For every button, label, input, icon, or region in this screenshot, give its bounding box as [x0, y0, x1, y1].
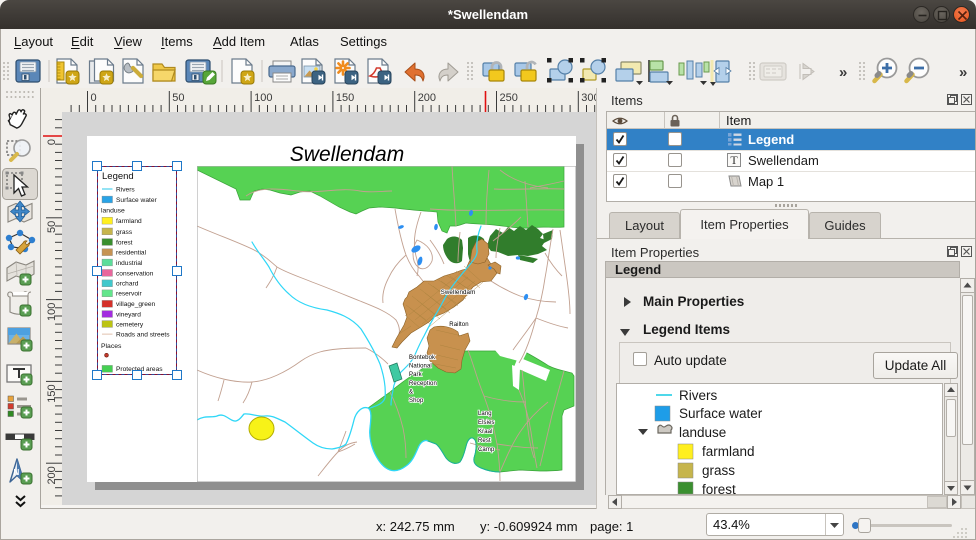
svg-text:0: 0 — [91, 92, 97, 104]
svg-text:Railton: Railton — [449, 322, 468, 328]
svg-text:Shop: Shop — [409, 398, 424, 404]
svg-text:100: 100 — [46, 303, 58, 321]
svg-text:250: 250 — [500, 92, 518, 104]
svg-text:50: 50 — [46, 221, 58, 233]
svg-text:Lang: Lang — [478, 411, 492, 417]
svg-text:Kraal: Kraal — [478, 429, 493, 435]
svg-text:300: 300 — [581, 92, 597, 104]
svg-text:&: & — [409, 389, 413, 395]
svg-text:Rest: Rest — [478, 438, 491, 444]
svg-text:Elsies: Elsies — [478, 420, 495, 426]
svg-text:landuse: landuse — [679, 425, 726, 440]
svg-text:Park: Park — [409, 372, 423, 378]
svg-text:farmland: farmland — [702, 444, 755, 459]
svg-text:200: 200 — [418, 92, 436, 104]
svg-text:Swellendam: Swellendam — [441, 289, 476, 296]
svg-text:100: 100 — [254, 92, 272, 104]
svg-text:Bontebok: Bontebok — [409, 355, 436, 361]
svg-text:Rivers: Rivers — [679, 388, 718, 403]
svg-text:»: » — [959, 64, 967, 81]
svg-text:»: » — [839, 64, 847, 81]
svg-text:National: National — [409, 364, 432, 370]
svg-text:grass: grass — [702, 463, 735, 478]
svg-text:150: 150 — [46, 384, 58, 402]
svg-text:200: 200 — [46, 466, 58, 484]
svg-text:Surface water: Surface water — [679, 406, 763, 421]
svg-text:forest: forest — [702, 482, 736, 494]
svg-text:50: 50 — [172, 92, 184, 104]
svg-text:Reception: Reception — [409, 381, 437, 387]
svg-text:N: N — [14, 468, 20, 477]
svg-text:Camp: Camp — [478, 447, 495, 453]
svg-text:150: 150 — [336, 92, 354, 104]
